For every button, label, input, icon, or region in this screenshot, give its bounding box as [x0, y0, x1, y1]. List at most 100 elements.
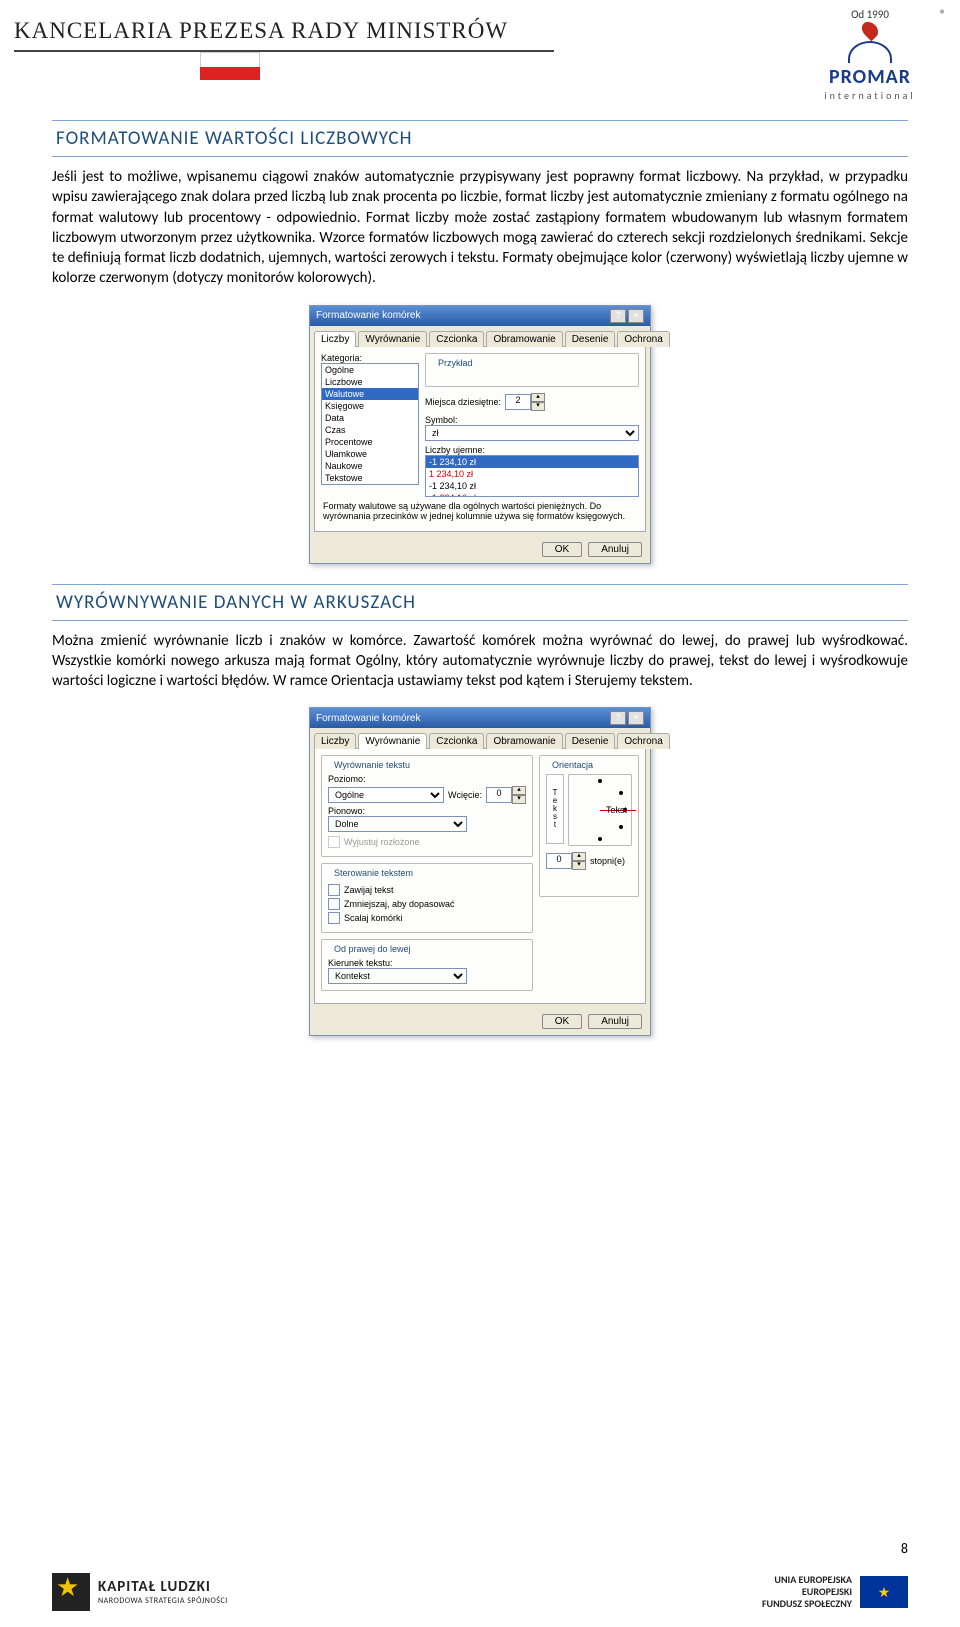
ok-button[interactable]: OK [542, 542, 582, 557]
spinner-up-icon[interactable]: ▴ [531, 393, 545, 402]
promar-logo: ® Od 1990 PROMAR international [800, 8, 940, 102]
spinner-down-icon[interactable]: ▾ [572, 861, 586, 870]
tab-ochrona[interactable]: Ochrona [617, 733, 669, 749]
justify-label: Wyjustuj rozłożone [344, 837, 419, 847]
tab-wyrownanie[interactable]: Wyrównanie [358, 331, 427, 347]
wrap-label: Zawijaj tekst [344, 885, 394, 895]
cat-ksiegowe[interactable]: Księgowe [322, 400, 418, 412]
dialog2-wrap: Formatowanie komórek ? × Liczby Wyrównan… [0, 707, 960, 1036]
indent-spinner[interactable]: 0 ▴▾ [486, 786, 526, 804]
dialog1-title: Formatowanie komórek [316, 310, 420, 321]
footer: KAPITAŁ LUDZKI NARODOWA STRATEGIA SPÓJNO… [0, 1573, 960, 1611]
tab-liczby[interactable]: Liczby [314, 733, 356, 749]
cat-tekstowe[interactable]: Tekstowe [322, 472, 418, 484]
book-icon [848, 41, 892, 63]
rtl-group-label: Od prawej do lewej [332, 944, 413, 954]
tab-czcionka[interactable]: Czcionka [429, 733, 484, 749]
dialog1-tabs: Liczby Wyrównanie Czcionka Obramowanie D… [310, 326, 650, 346]
negnum-listbox[interactable]: -1 234,10 zł 1 234,10 zł -1 234,10 zł -1… [425, 455, 639, 497]
tab-obramowanie[interactable]: Obramowanie [486, 331, 562, 347]
cat-data[interactable]: Data [322, 412, 418, 424]
section1-paragraph: Jeśli jest to możliwe, wpisanemu ciągowi… [52, 167, 908, 289]
dir-label: Kierunek tekstu: [328, 958, 526, 968]
spinner-down-icon[interactable]: ▾ [531, 402, 545, 411]
section2-heading: WYRÓWNYWANIE DANYCH W ARKUSZACH [52, 584, 908, 621]
help-icon[interactable]: ? [610, 711, 626, 725]
decimals-spinner[interactable]: 2 ▴▾ [505, 393, 545, 411]
degrees-spinner[interactable]: 0 ▴▾ [546, 852, 586, 870]
tab-obramowanie[interactable]: Obramowanie [486, 733, 562, 749]
shrink-checkbox[interactable] [328, 898, 340, 910]
flame-icon [859, 19, 882, 42]
vert-select[interactable]: Dolne [328, 816, 467, 832]
close-icon[interactable]: × [628, 309, 644, 323]
neg-item-0[interactable]: -1 234,10 zł [426, 456, 638, 468]
symbol-label: Symbol: [425, 415, 639, 425]
ok-button[interactable]: OK [542, 1014, 582, 1029]
orient-arc-label: Tekst [606, 805, 627, 815]
tab-czcionka[interactable]: Czcionka [429, 331, 484, 347]
help-icon[interactable]: ? [610, 309, 626, 323]
ctrl-group-label: Sterowanie tekstem [332, 868, 415, 878]
cat-liczbowe[interactable]: Liczbowe [322, 376, 418, 388]
symbol-select[interactable]: zł [425, 425, 639, 441]
ue-line3: FUNDUSZ SPOŁECZNY [762, 1598, 852, 1610]
dir-select[interactable]: Kontekst [328, 968, 467, 984]
justify-checkbox [328, 836, 340, 848]
cancel-button[interactable]: Anuluj [588, 1014, 642, 1029]
dialog1-wrap: Formatowanie komórek ? × Liczby Wyrównan… [0, 305, 960, 564]
cat-specjalne[interactable]: Specjalne [322, 484, 418, 485]
header: KANCELARIA PREZESA RADY MINISTRÓW ® Od 1… [0, 0, 960, 100]
pl-flag-icon [200, 52, 260, 80]
tab-wyrownanie[interactable]: Wyrównanie [358, 733, 427, 749]
neg-item-2[interactable]: -1 234,10 zł [426, 480, 638, 492]
decimals-label: Miejsca dziesiętne: [425, 397, 501, 407]
kl-title: KAPITAŁ LUDZKI [98, 1578, 228, 1596]
cat-ogolne[interactable]: Ogólne [322, 364, 418, 376]
wrap-checkbox[interactable] [328, 884, 340, 896]
tab-liczby[interactable]: Liczby [314, 331, 356, 347]
orient-group-label: Orientacja [550, 760, 595, 770]
tab-ochrona[interactable]: Ochrona [617, 331, 669, 347]
cat-naukowe[interactable]: Naukowe [322, 460, 418, 472]
kl-subtitle: NARODOWA STRATEGIA SPÓJNOŚCI [98, 1596, 228, 1606]
neg-item-1[interactable]: 1 234,10 zł [426, 468, 638, 480]
brand-name: PROMAR [800, 65, 940, 89]
spinner-up-icon[interactable]: ▴ [572, 852, 586, 861]
negnum-label: Liczby ujemne: [425, 445, 639, 455]
tab-desenie[interactable]: Desenie [565, 331, 616, 347]
horiz-label: Poziomo: [328, 774, 526, 784]
spinner-up-icon[interactable]: ▴ [512, 786, 526, 795]
degrees-unit: stopni(e) [590, 856, 625, 866]
indent-value[interactable]: 0 [486, 787, 512, 803]
cat-walutowe[interactable]: Walutowe [322, 388, 418, 400]
orient-vertical-text[interactable]: Tekst [546, 774, 564, 844]
vert-label: Pionowo: [328, 806, 526, 816]
header-rule [14, 50, 554, 52]
neg-item-3[interactable]: -1 234,10 zł [426, 492, 638, 497]
dialog1-note: Formaty walutowe są używane dla ogólnych… [323, 501, 637, 521]
horiz-select[interactable]: Ogólne [328, 787, 444, 803]
cat-ulamkowe[interactable]: Ułamkowe [322, 448, 418, 460]
eu-logo: UNIA EUROPEJSKA EUROPEJSKI FUNDUSZ SPOŁE… [762, 1574, 908, 1610]
degrees-value[interactable]: 0 [546, 853, 572, 869]
cancel-button[interactable]: Anuluj [588, 542, 642, 557]
merge-label: Scalaj komórki [344, 913, 403, 923]
format-cells-dialog-alignment: Formatowanie komórek ? × Liczby Wyrównan… [309, 707, 651, 1036]
star-icon [52, 1573, 90, 1611]
shrink-label: Zmniejszaj, aby dopasować [344, 899, 455, 909]
cat-procentowe[interactable]: Procentowe [322, 436, 418, 448]
cat-czas[interactable]: Czas [322, 424, 418, 436]
since-label: Od 1990 [800, 8, 940, 21]
kapital-ludzki-logo: KAPITAŁ LUDZKI NARODOWA STRATEGIA SPÓJNO… [52, 1573, 228, 1611]
spinner-down-icon[interactable]: ▾ [512, 795, 526, 804]
tab-desenie[interactable]: Desenie [565, 733, 616, 749]
merge-checkbox[interactable] [328, 912, 340, 924]
dialog2-tabs: Liczby Wyrównanie Czcionka Obramowanie D… [310, 728, 650, 748]
dialog2-title: Formatowanie komórek [316, 713, 420, 724]
orient-dial[interactable]: Tekst [568, 774, 632, 846]
close-icon[interactable]: × [628, 711, 644, 725]
category-listbox[interactable]: Ogólne Liczbowe Walutowe Księgowe Data C… [321, 363, 419, 485]
decimals-value[interactable]: 2 [505, 394, 531, 410]
page-number: 8 [901, 1540, 908, 1557]
